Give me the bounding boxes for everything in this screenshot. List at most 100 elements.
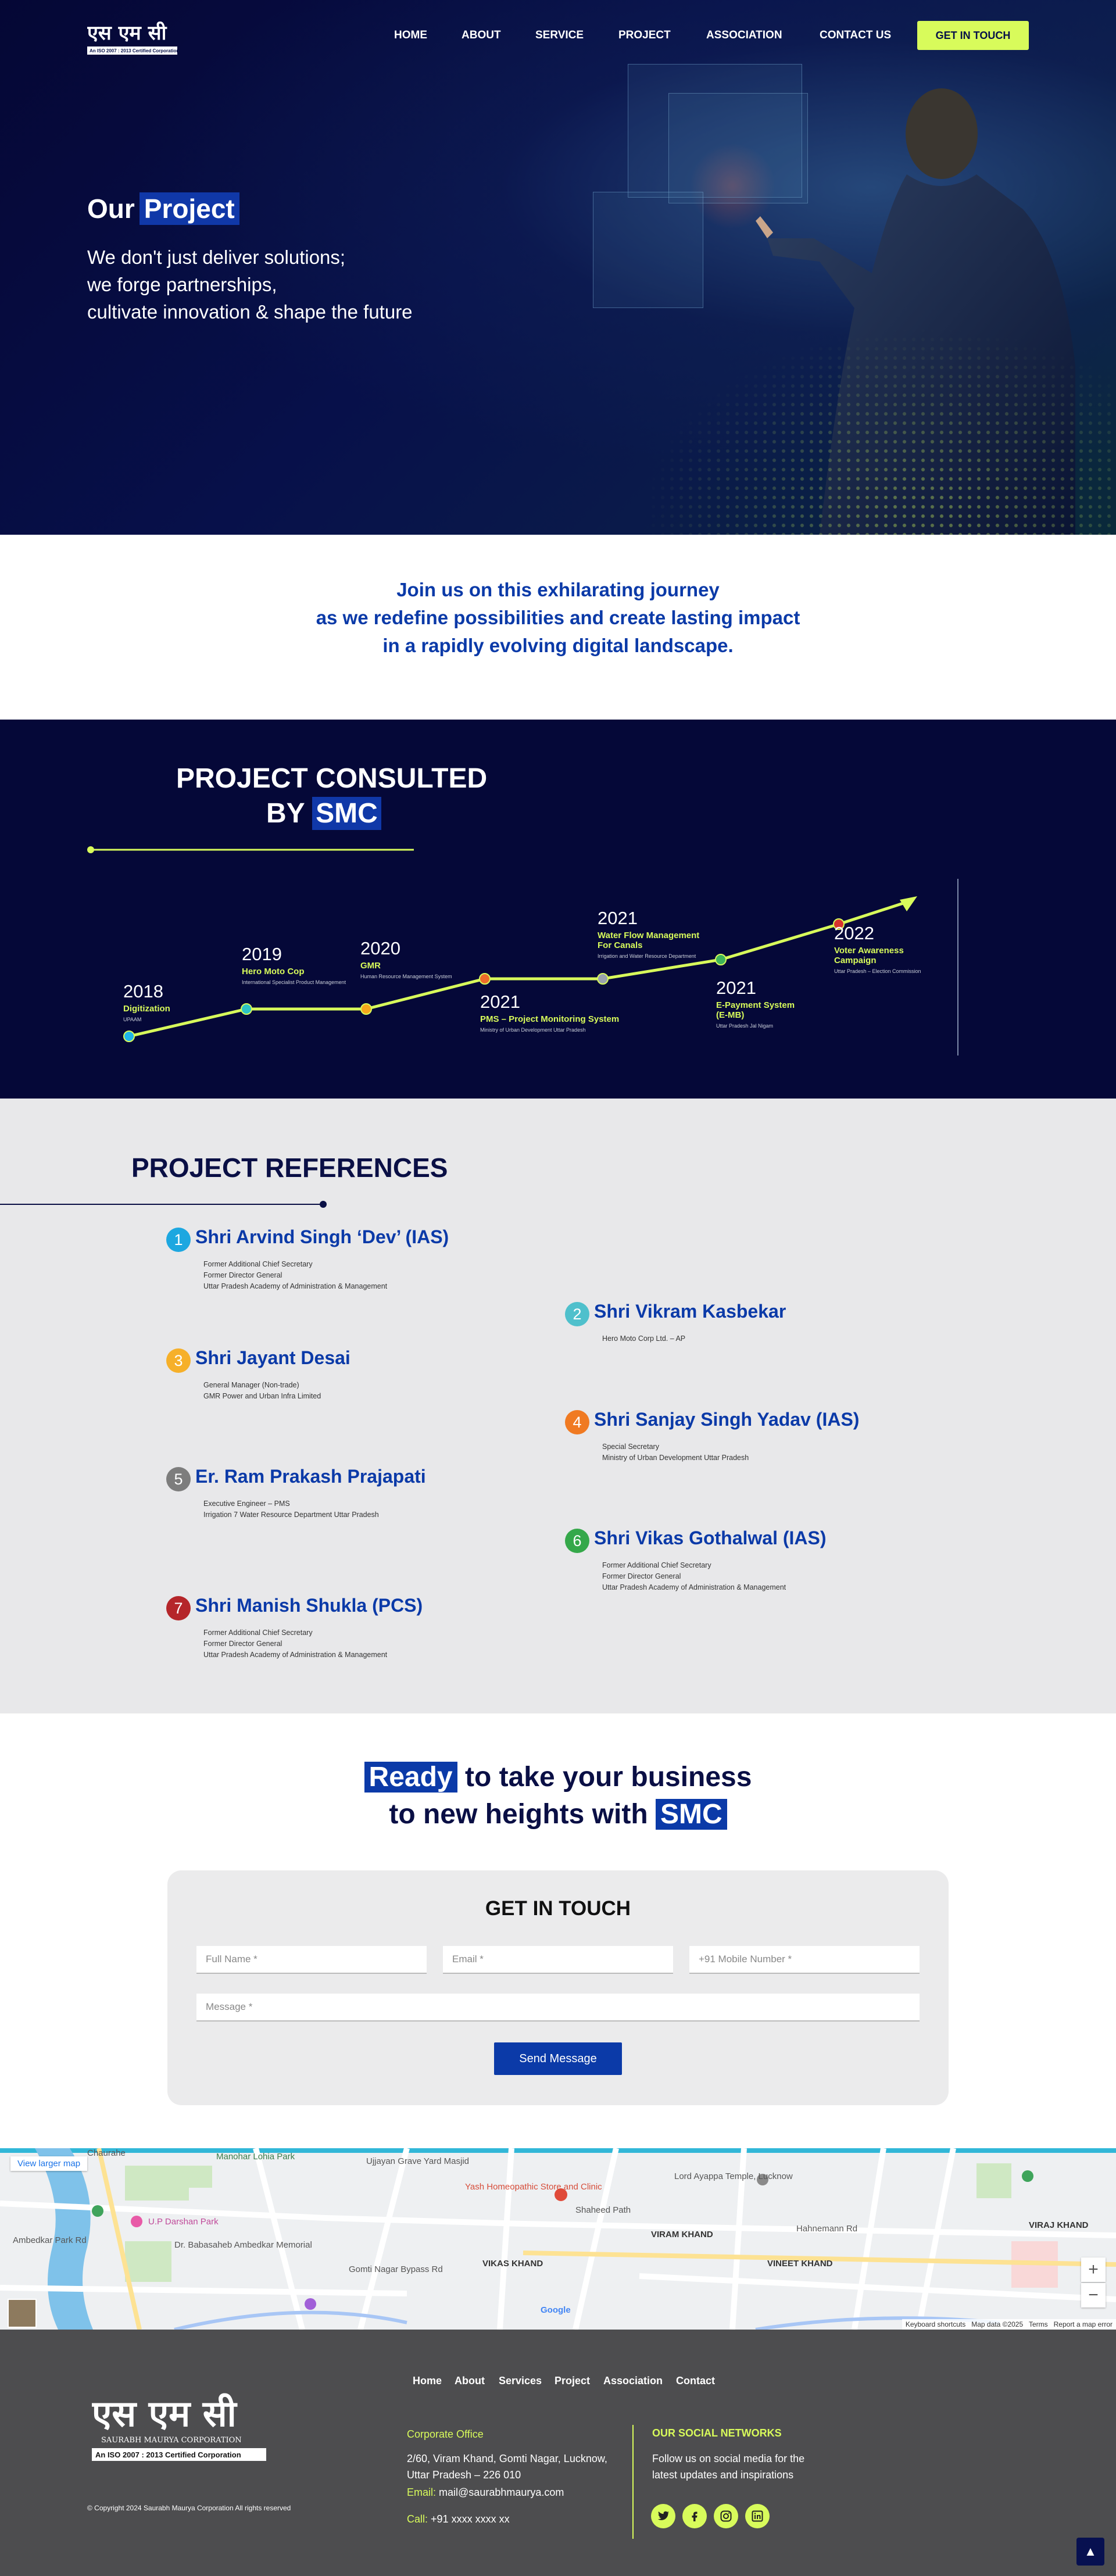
map-label: Ujjayan Grave Yard Masjid (366, 2156, 470, 2166)
footer-nav-contact[interactable]: Contact (676, 2375, 715, 2387)
footer-nav-services[interactable]: Services (499, 2375, 542, 2387)
map-label: Chaurahe (87, 2148, 126, 2158)
cta-heading-line1: Ready to take your business (0, 1761, 1116, 1793)
message-input[interactable] (196, 1994, 920, 2022)
reference-description-line: General Manager (Non-trade) (203, 1381, 299, 1389)
map-label: VINEET KHAND (767, 2259, 833, 2269)
reference-description-line: Former Additional Chief Secretary (602, 1561, 711, 1569)
zoom-out-button[interactable]: − (1081, 2283, 1106, 2307)
timeline-event-subtitle: Uttar Pradesh Jal Nigam (716, 1023, 773, 1029)
full-name-input[interactable] (196, 1946, 427, 1974)
reference-name: Shri Vikas Gothalwal (IAS) (594, 1527, 827, 1548)
map-label: VIKAS KHAND (482, 2259, 543, 2269)
email-input[interactable] (443, 1946, 673, 1974)
hologram-panel (593, 192, 703, 308)
nav-project[interactable]: PROJECT (618, 29, 671, 42)
site-footer: एस एम सी SAURABH MAURYA CORPORATION An I… (0, 2330, 1116, 2576)
reference-description: Executive Engineer – PMS Irrigation 7 Wat… (203, 1498, 379, 1520)
timeline-year: 2020 (360, 938, 400, 958)
footer-nav-about[interactable]: About (455, 2375, 485, 2387)
reference-name: Er. Ram Prakash Prajapati (195, 1466, 426, 1487)
timeline-marker-2 (241, 1003, 252, 1015)
journey-section: Join us on this exhilarating journey as … (0, 535, 1116, 720)
timeline-year: 2022 (834, 923, 874, 943)
view-larger-map-link[interactable]: View larger map (10, 2156, 88, 2171)
copyright-text: © Copyright 2024 Saurabh Maurya Corporat… (87, 2504, 291, 2512)
address-line: Uttar Pradesh – 226 010 (407, 2469, 521, 2481)
timeline-event-subtitle: UPAAM (123, 1017, 141, 1022)
footer-nav-home[interactable]: Home (413, 2375, 442, 2387)
reference-description-line: Former Director General (602, 1572, 681, 1580)
hero-title: Our Project (87, 192, 239, 225)
timeline-event-title: Campaign (834, 956, 877, 965)
reference-description-line: Uttar Pradesh Academy of Administration … (203, 1651, 388, 1659)
reference-description-line: Ministry of Urban Development Uttar Prad… (602, 1454, 749, 1462)
timeline-event-title: Digitization (123, 1004, 170, 1014)
reference-description: Hero Moto Corp Ltd. – AP (602, 1333, 685, 1344)
reference-description-line: Former Director General (203, 1640, 282, 1648)
nav-contact-us[interactable]: CONTACT US (820, 29, 891, 42)
email-link[interactable]: mail@saurabhmaurya.com (439, 2486, 564, 2498)
timeline-marker-1 (123, 1031, 135, 1042)
map-attribution: Keyboard shortcuts Map data ©2025 Terms … (902, 2319, 1116, 2330)
zoom-in-button[interactable]: + (1081, 2257, 1106, 2282)
social-networks-title: OUR SOCIAL NETWORKS (652, 2427, 782, 2439)
reference-number-badge: 4 (565, 1410, 589, 1434)
reference-name: Shri Manish Shukla (PCS) (195, 1595, 423, 1616)
timeline-event-subtitle: Uttar Pradesh – Election Commission (834, 968, 921, 974)
footer-nav-project[interactable]: Project (555, 2375, 590, 2387)
timeline-marker-4 (479, 973, 491, 985)
reference-description-line: Hero Moto Corp Ltd. – AP (602, 1334, 686, 1343)
footer-nav-association[interactable]: Association (603, 2375, 663, 2387)
project-timeline-section: PROJECT CONSULTED BY SMC 2018 Digitizatio… (0, 720, 1116, 1099)
references-title: PROJECT REFERENCES (131, 1153, 448, 1183)
terms-link[interactable]: Terms (1029, 2320, 1048, 2328)
timeline-event-subtitle: Human Resource Management System (360, 974, 452, 979)
timeline-event-subtitle: Ministry of Urban Development Uttar Prad… (480, 1027, 586, 1033)
timeline-underline-dot (87, 846, 94, 853)
cta-highlight-smc: SMC (655, 1799, 727, 1830)
nav-about[interactable]: ABOUT (462, 29, 501, 42)
map-label: Dr. Babasaheb Ambedkar Memorial (174, 2240, 312, 2250)
send-message-button[interactable]: Send Message (494, 2042, 622, 2075)
report-map-error-link[interactable]: Report a map error (1054, 2320, 1113, 2328)
facebook-icon[interactable] (682, 2504, 707, 2528)
map-label: VIRAM KHAND (651, 2230, 713, 2239)
get-in-touch-button[interactable]: GET IN TOUCH (917, 21, 1029, 50)
nav-association[interactable]: ASSOCIATION (706, 29, 782, 42)
map-label: Shaheed Path (575, 2205, 631, 2215)
location-map[interactable]: View larger map Manohar Lohia Park Ujjay… (0, 2148, 1116, 2330)
nav-home[interactable]: HOME (394, 29, 427, 42)
hero-tagline-line: cultivate innovation & shape the future (87, 301, 413, 323)
timeline-marker-6 (715, 954, 727, 965)
reference-description-line: Special Secretary (602, 1443, 659, 1451)
map-canvas[interactable] (0, 2148, 1116, 2330)
back-to-top-button[interactable]: ▲ (1076, 2538, 1104, 2566)
journey-line: in a rapidly evolving digital landscape. (382, 635, 734, 656)
footer-smc-logo[interactable]: एस एम सी SAURABH MAURYA CORPORATION An I… (92, 2390, 266, 2467)
timeline-event-title: PMS – Project Monitoring System (480, 1014, 619, 1024)
timeline-year: 2021 (716, 978, 756, 998)
twitter-icon[interactable] (651, 2504, 675, 2528)
timeline-event-subtitle: Irrigation and Water Resource Department (598, 953, 696, 959)
journey-line: as we redefine possibilities and create … (316, 607, 800, 628)
instagram-icon[interactable] (714, 2504, 738, 2528)
reference-description-line: GMR Power and Urban Infra Limited (203, 1392, 321, 1400)
timeline-year: 2021 (480, 992, 520, 1012)
phone-link[interactable]: +91 xxxx xxxx xx (431, 2513, 510, 2525)
reference-number-badge: 1 (166, 1228, 191, 1252)
reference-name: Shri Vikram Kasbekar (594, 1301, 786, 1322)
hero-title-highlight: Project (139, 192, 239, 225)
reference-description: Former Additional Chief Secretary Former … (203, 1259, 387, 1292)
keyboard-shortcuts-link[interactable]: Keyboard shortcuts (906, 2320, 965, 2328)
cta-heading-line2: to new heights with SMC (0, 1798, 1116, 1830)
timeline-arrow-head (900, 896, 917, 911)
reference-description: Former Additional Chief Secretary Former … (602, 1560, 786, 1593)
timeline-event-title: Voter Awareness (834, 946, 904, 956)
reference-description-line: Irrigation 7 Water Resource Department U… (203, 1511, 379, 1519)
linkedin-icon[interactable] (745, 2504, 770, 2528)
reference-name: Shri Sanjay Singh Yadav (IAS) (594, 1409, 860, 1430)
mobile-number-input[interactable] (689, 1946, 920, 1974)
nav-service[interactable]: SERVICE (535, 29, 584, 42)
hero-tagline-line: We don't just deliver solutions; (87, 246, 346, 268)
